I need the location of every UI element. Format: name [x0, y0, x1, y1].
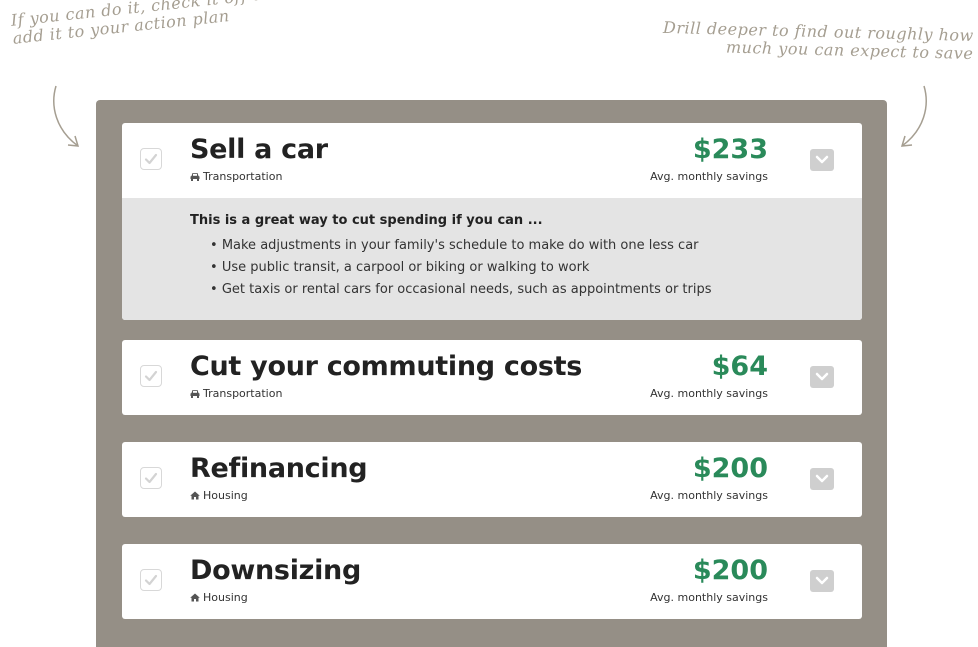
chevron-down-icon — [815, 372, 829, 381]
savings-amount: $200 — [692, 555, 768, 586]
house-icon — [190, 491, 200, 500]
savings-amount: $64 — [711, 351, 768, 382]
car-icon — [190, 390, 200, 398]
card-category: Transportation — [190, 170, 282, 183]
savings-label: Avg. monthly savings — [650, 170, 768, 183]
drill-deeper-hint: Drill deeper to find out roughly how muc… — [662, 17, 975, 63]
chevron-down-icon — [815, 155, 829, 164]
card-header[interactable]: Refinancing Housing $200 Avg. monthly sa… — [122, 442, 862, 517]
savings-label: Avg. monthly savings — [650, 387, 768, 400]
category-label: Housing — [203, 489, 248, 502]
card-category: Housing — [190, 489, 248, 502]
expand-toggle-button[interactable] — [810, 570, 834, 592]
category-label: Transportation — [203, 170, 283, 183]
card-title: Cut your commuting costs — [190, 351, 582, 382]
expand-toggle-button[interactable] — [810, 366, 834, 388]
savings-card: Refinancing Housing $200 Avg. monthly sa… — [122, 442, 862, 517]
card-category: Transportation — [190, 387, 282, 400]
add-to-plan-checkbox[interactable] — [140, 148, 162, 170]
expand-toggle-button[interactable] — [810, 149, 834, 171]
checkmark-icon — [144, 370, 158, 382]
check-off-hint: If you can do it, check it off and we'll… — [9, 0, 331, 48]
savings-amount: $233 — [692, 134, 768, 165]
savings-panel: Sell a car Transportation $233 Avg. mont… — [96, 100, 887, 647]
card-title: Sell a car — [190, 134, 328, 165]
detail-heading: This is a great way to cut spending if y… — [190, 213, 543, 228]
add-to-plan-checkbox[interactable] — [140, 467, 162, 489]
savings-card: Sell a car Transportation $233 Avg. mont… — [122, 123, 862, 320]
car-icon — [190, 173, 200, 181]
detail-item: Make adjustments in your family's schedu… — [210, 235, 712, 257]
detail-item: Get taxis or rental cars for occasional … — [210, 279, 712, 301]
savings-card: Cut your commuting costs Transportation … — [122, 340, 862, 415]
curved-arrow-left-icon — [53, 85, 80, 147]
expand-toggle-button[interactable] — [810, 468, 834, 490]
card-header[interactable]: Sell a car Transportation $233 Avg. mont… — [122, 123, 862, 198]
savings-label: Avg. monthly savings — [650, 591, 768, 604]
detail-item: Use public transit, a carpool or biking … — [210, 257, 712, 279]
card-details: This is a great way to cut spending if y… — [122, 198, 862, 320]
card-header[interactable]: Cut your commuting costs Transportation … — [122, 340, 862, 415]
curved-arrow-right-icon — [900, 85, 927, 147]
add-to-plan-checkbox[interactable] — [140, 569, 162, 591]
house-icon — [190, 593, 200, 602]
card-header[interactable]: Downsizing Housing $200 Avg. monthly sav… — [122, 544, 862, 619]
checkmark-icon — [144, 574, 158, 586]
detail-list: Make adjustments in your family's schedu… — [210, 235, 712, 301]
category-label: Transportation — [203, 387, 283, 400]
checkmark-icon — [144, 153, 158, 165]
checkmark-icon — [144, 472, 158, 484]
category-label: Housing — [203, 591, 248, 604]
card-title: Refinancing — [190, 453, 368, 484]
card-title: Downsizing — [190, 555, 361, 586]
savings-amount: $200 — [692, 453, 768, 484]
savings-card: Downsizing Housing $200 Avg. monthly sav… — [122, 544, 862, 619]
card-category: Housing — [190, 591, 248, 604]
chevron-down-icon — [815, 474, 829, 483]
savings-label: Avg. monthly savings — [650, 489, 768, 502]
chevron-down-icon — [815, 576, 829, 585]
add-to-plan-checkbox[interactable] — [140, 365, 162, 387]
